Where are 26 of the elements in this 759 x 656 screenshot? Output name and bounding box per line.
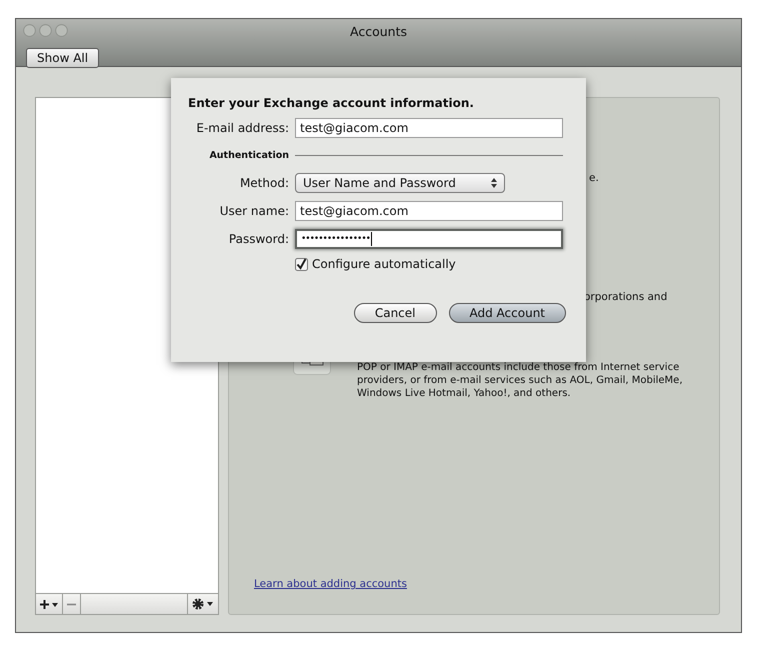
cancel-button[interactable]: Cancel [354, 303, 436, 323]
field-label: Method: [238, 176, 289, 190]
show-all-button[interactable]: Show All [26, 48, 100, 68]
section-label: Authentication [208, 150, 289, 161]
window-control-icon[interactable] [39, 24, 52, 37]
plus-icon [40, 600, 58, 608]
window-control-icon[interactable] [55, 24, 68, 37]
field-label: E-mail address: [195, 121, 289, 135]
password-field[interactable]: •••••••••••••••• [295, 229, 563, 249]
window-title: Accounts [350, 23, 407, 39]
sheet-heading: Enter your Exchange account information. [188, 96, 475, 110]
method-dropdown[interactable]: User Name and Password [295, 173, 505, 193]
email-account-description: POP or IMAP e-mail accounts include those from Internet service providers, or from e-mail services such as AOL, Gmail, MobileMe, Windows Live Hotmail, Yahoo!, and others. [357, 361, 684, 400]
input-field[interactable]: test@giacom.com [295, 118, 563, 138]
checkbox-icon [295, 258, 308, 270]
configure-checkbox[interactable]: Configure automatically [295, 257, 563, 271]
minus-icon [67, 602, 76, 606]
field-label: User name: [218, 204, 289, 218]
add-account-button[interactable]: Add Account [448, 303, 566, 323]
panel-text-fragment: e. [589, 172, 600, 184]
input-field[interactable]: test@giacom.com [295, 201, 563, 221]
window-control-icon[interactable] [23, 24, 36, 37]
gear-icon [192, 598, 214, 610]
learn-more-link[interactable]: Learn about adding accounts [254, 578, 407, 590]
panel-text-fragment: orporations and [584, 291, 668, 303]
field-label: Password: [228, 232, 289, 246]
